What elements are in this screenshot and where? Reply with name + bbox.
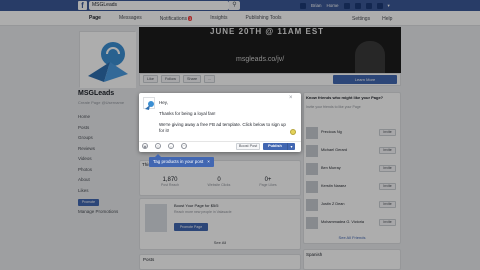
boost-post-button[interactable]: Boost Post [236, 143, 260, 150]
location-pin-icon[interactable]: • [168, 143, 174, 149]
shopping-bag-icon[interactable]: ▢ [181, 143, 187, 149]
post-text-line: We're giving away a free FB ad template.… [159, 122, 286, 133]
tooltip-text: Tag products in your post [153, 159, 204, 164]
post-text-area[interactable]: Hey, Thanks for being a loyal fan! We're… [159, 100, 291, 133]
tag-products-tooltip: Tag products in your post × [149, 157, 214, 167]
publish-button[interactable]: Publish [263, 143, 287, 150]
feeling-icon[interactable]: ☺ [155, 143, 161, 149]
msgleads-logo-icon [145, 101, 154, 110]
photo-icon[interactable]: ▣ [142, 143, 148, 149]
composer-tools: ▣ ☺ • ▢ [142, 143, 187, 149]
emoji-icon[interactable] [290, 129, 296, 135]
composer-page-avatar [143, 97, 155, 110]
publish-options-chevron-down-icon[interactable]: ▾ [287, 143, 295, 150]
tooltip-close-icon[interactable]: × [207, 157, 210, 167]
